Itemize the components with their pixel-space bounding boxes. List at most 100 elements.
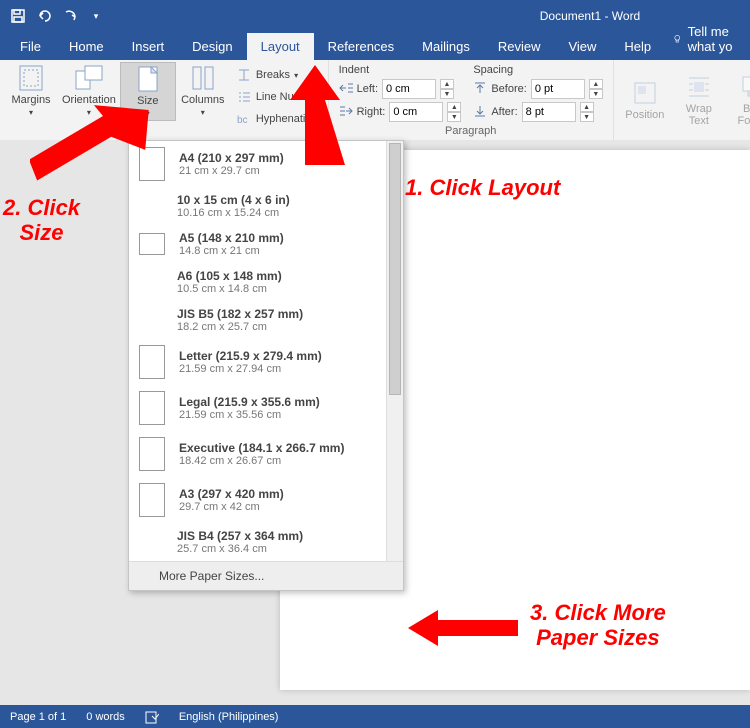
redo-button[interactable]: [58, 4, 82, 28]
ribbon: Margins▾ Orientation▾ Size▾ Columns▾ Bre…: [0, 60, 750, 141]
columns-icon: [188, 64, 218, 92]
line-numbers-button[interactable]: Line Nun: [234, 88, 320, 106]
size-option[interactable]: A3 (297 x 420 mm)29.7 cm x 42 cm: [129, 477, 403, 523]
size-option-title: A3 (297 x 420 mm): [179, 487, 284, 501]
indent-left-input[interactable]: [382, 79, 436, 99]
size-menu-list: A4 (210 x 297 mm)21 cm x 29.7 cm10 x 15 …: [129, 141, 403, 561]
undo-button[interactable]: [32, 4, 56, 28]
indent-right-spinner[interactable]: ▲▼: [447, 102, 461, 122]
lightbulb-icon: [673, 32, 681, 46]
size-option[interactable]: Executive (184.1 x 266.7 mm)18.42 cm x 2…: [129, 431, 403, 477]
tab-home[interactable]: Home: [55, 33, 118, 60]
size-button[interactable]: Size▾: [120, 62, 176, 121]
spacing-before-input[interactable]: [531, 79, 585, 99]
spacing-after-row: After: ▲▼: [473, 102, 602, 122]
indent-left-spinner[interactable]: ▲▼: [440, 79, 454, 99]
more-paper-sizes-item[interactable]: More Paper Sizes...: [129, 561, 403, 590]
margins-icon: [16, 64, 46, 92]
status-words[interactable]: 0 words: [86, 711, 125, 723]
size-option-sub: 18.42 cm x 26.67 cm: [179, 455, 344, 467]
size-option-title: Legal (215.9 x 355.6 mm): [179, 395, 320, 409]
indent-right-input[interactable]: [389, 102, 443, 122]
ribbon-tabstrip: File Home Insert Design Layout Reference…: [0, 32, 750, 60]
spacing-after-spinner[interactable]: ▲▼: [580, 102, 594, 122]
status-language[interactable]: English (Philippines): [179, 711, 279, 723]
position-button[interactable]: Position: [618, 62, 672, 138]
wrap-text-icon: [684, 73, 714, 101]
orientation-icon: [74, 64, 104, 92]
tab-references[interactable]: References: [314, 33, 408, 60]
size-option[interactable]: Letter (215.9 x 279.4 mm)21.59 cm x 27.9…: [129, 339, 403, 385]
save-button[interactable]: [6, 4, 30, 28]
size-option[interactable]: 10 x 15 cm (4 x 6 in)10.16 cm x 15.24 cm: [129, 187, 403, 225]
hyphenation-icon: bc: [236, 111, 252, 127]
group-page-setup: Margins▾ Orientation▾ Size▾ Columns▾ Bre…: [0, 60, 329, 140]
spacing-after-input[interactable]: [522, 102, 576, 122]
margins-button[interactable]: Margins▾: [4, 62, 58, 119]
spacing-after-icon: [473, 105, 487, 120]
spacing-heading: Spacing: [473, 64, 602, 79]
paper-thumb-icon: [139, 437, 165, 471]
paper-thumb-icon: [139, 233, 165, 255]
svg-text:bc: bc: [237, 115, 248, 126]
size-option[interactable]: Legal (215.9 x 355.6 mm)21.59 cm x 35.56…: [129, 385, 403, 431]
size-option-sub: 25.7 cm x 36.4 cm: [177, 543, 303, 555]
quick-access-toolbar: ▾: [0, 4, 114, 28]
indent-left-row: Left: ▲▼: [339, 79, 462, 99]
tell-me-search[interactable]: Tell me what yo: [665, 18, 750, 60]
tab-file[interactable]: File: [6, 33, 55, 60]
paper-thumb-icon: [139, 391, 165, 425]
tab-layout[interactable]: Layout: [247, 33, 314, 60]
line-numbers-icon: [236, 89, 252, 105]
group-arrange: Position Wrap Text Brin Forwa: [614, 60, 750, 140]
tab-mailings[interactable]: Mailings: [408, 33, 484, 60]
hyphenation-button[interactable]: bcHyphenation: [234, 110, 320, 128]
size-option-sub: 21.59 cm x 35.56 cm: [179, 409, 320, 421]
bring-forward-button[interactable]: Brin Forwa: [726, 62, 750, 138]
status-bar: Page 1 of 1 0 words English (Philippines…: [0, 705, 750, 728]
spacing-before-row: Before: ▲▼: [473, 79, 602, 99]
size-option-sub: 14.8 cm x 21 cm: [179, 245, 284, 257]
title-bar: ▾ Document1 - Word: [0, 0, 750, 32]
size-option-sub: 10.16 cm x 15.24 cm: [177, 207, 290, 219]
size-option[interactable]: JIS B5 (182 x 257 mm)18.2 cm x 25.7 cm: [129, 301, 403, 339]
size-option-title: A4 (210 x 297 mm): [179, 151, 284, 165]
tab-design[interactable]: Design: [178, 33, 246, 60]
size-option-sub: 21.59 cm x 27.94 cm: [179, 363, 322, 375]
paper-thumb-icon: [139, 147, 165, 181]
size-option-title: 10 x 15 cm (4 x 6 in): [177, 193, 290, 207]
indent-right-icon: [339, 105, 353, 120]
size-option-title: JIS B4 (257 x 364 mm): [177, 529, 303, 543]
columns-button[interactable]: Columns▾: [176, 62, 230, 119]
dropdown-scrollbar[interactable]: [386, 141, 403, 561]
size-option-sub: 10.5 cm x 14.8 cm: [177, 283, 282, 295]
breaks-button[interactable]: Breaks▾: [234, 66, 320, 84]
tab-help[interactable]: Help: [610, 33, 665, 60]
group-paragraph: Indent Left: ▲▼ Right: ▲▼ Spacing: [329, 60, 614, 140]
size-option[interactable]: A4 (210 x 297 mm)21 cm x 29.7 cm: [129, 141, 403, 187]
size-option[interactable]: JIS B4 (257 x 364 mm)25.7 cm x 36.4 cm: [129, 523, 403, 561]
bring-forward-icon: [738, 73, 750, 101]
scrollbar-thumb[interactable]: [389, 143, 401, 395]
spacing-before-spinner[interactable]: ▲▼: [589, 79, 603, 99]
size-option-sub: 29.7 cm x 42 cm: [179, 501, 284, 513]
indent-right-row: Right: ▲▼: [339, 102, 462, 122]
size-option-title: JIS B5 (182 x 257 mm): [177, 307, 303, 321]
size-option[interactable]: A6 (105 x 148 mm)10.5 cm x 14.8 cm: [129, 263, 403, 301]
position-icon: [630, 79, 660, 107]
tab-view[interactable]: View: [554, 33, 610, 60]
tab-insert[interactable]: Insert: [118, 33, 179, 60]
spellcheck-icon[interactable]: [145, 710, 159, 724]
status-page[interactable]: Page 1 of 1: [10, 711, 66, 723]
qat-customize-button[interactable]: ▾: [84, 4, 108, 28]
paper-thumb-icon: [139, 345, 165, 379]
paper-thumb-icon: [139, 483, 165, 517]
size-option-sub: 18.2 cm x 25.7 cm: [177, 321, 303, 333]
tab-review[interactable]: Review: [484, 33, 555, 60]
orientation-button[interactable]: Orientation▾: [58, 62, 120, 119]
size-option-title: Executive (184.1 x 266.7 mm): [179, 441, 344, 455]
spacing-before-icon: [473, 82, 487, 97]
size-option[interactable]: A5 (148 x 210 mm)14.8 cm x 21 cm: [129, 225, 403, 263]
wrap-text-button[interactable]: Wrap Text: [672, 62, 726, 138]
indent-heading: Indent: [339, 64, 462, 79]
